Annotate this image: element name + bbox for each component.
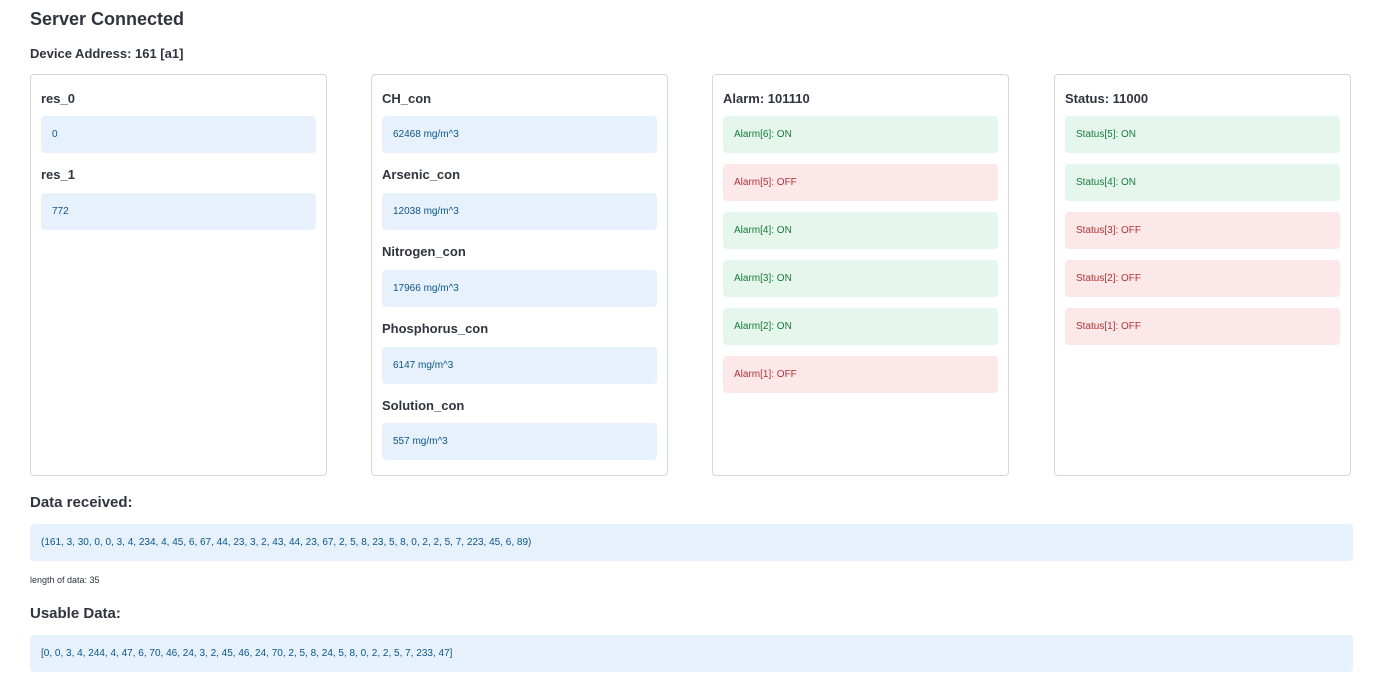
- status-list: Status[5]: ON Status[4]: ON Status[3]: O…: [1065, 116, 1340, 345]
- alarm-title: Alarm: 101110: [723, 91, 810, 106]
- status-3-badge: Status[3]: OFF: [1065, 212, 1340, 249]
- res-card: res_0 0 res_1 772: [30, 74, 327, 476]
- concentration-card: CH_con 62468 mg/m^3 Arsenic_con 12038 mg…: [371, 74, 668, 476]
- page-title: Server Connected: [30, 9, 185, 29]
- usable-data-value: [0, 0, 3, 4, 244, 4, 47, 6, 70, 46, 24, …: [30, 635, 1353, 672]
- nitrogen-con-label: Nitrogen_con: [382, 244, 466, 259]
- alarm-6-badge: Alarm[6]: ON: [723, 116, 998, 153]
- arsenic-con-label: Arsenic_con: [382, 167, 461, 182]
- arsenic-con-value: 12038 mg/m^3: [382, 193, 657, 230]
- ch-con-label: CH_con: [382, 91, 432, 106]
- res-1-value: 772: [41, 193, 316, 230]
- status-5-badge: Status[5]: ON: [1065, 116, 1340, 153]
- alarm-5-badge: Alarm[5]: OFF: [723, 164, 998, 201]
- status-card: Status: 11000 Status[5]: ON Status[4]: O…: [1054, 74, 1351, 476]
- nitrogen-con-value: 17966 mg/m^3: [382, 270, 657, 307]
- data-received-heading: Data received:: [30, 494, 133, 511]
- alarm-list: Alarm[6]: ON Alarm[5]: OFF Alarm[4]: ON …: [723, 116, 998, 393]
- alarm-4-badge: Alarm[4]: ON: [723, 212, 998, 249]
- alarm-card: Alarm: 101110 Alarm[6]: ON Alarm[5]: OFF…: [712, 74, 1009, 476]
- res-0-value: 0: [41, 116, 316, 153]
- phosphorus-con-value: 6147 mg/m^3: [382, 347, 657, 384]
- page: Server Connected Device Address: 161 [a1…: [0, 0, 1383, 686]
- data-length-text: length of data: 35: [30, 575, 100, 585]
- alarm-1-badge: Alarm[1]: OFF: [723, 356, 998, 393]
- solution-con-label: Solution_con: [382, 398, 465, 413]
- usable-data-heading: Usable Data:: [30, 605, 121, 622]
- status-4-badge: Status[4]: ON: [1065, 164, 1340, 201]
- res-0-label: res_0: [41, 91, 75, 106]
- res-1-label: res_1: [41, 167, 75, 182]
- device-address: Device Address: 161 [a1]: [30, 46, 184, 61]
- status-1-badge: Status[1]: OFF: [1065, 308, 1340, 345]
- alarm-3-badge: Alarm[3]: ON: [723, 260, 998, 297]
- status-2-badge: Status[2]: OFF: [1065, 260, 1340, 297]
- ch-con-value: 62468 mg/m^3: [382, 116, 657, 153]
- phosphorus-con-label: Phosphorus_con: [382, 321, 489, 336]
- alarm-2-badge: Alarm[2]: ON: [723, 308, 998, 345]
- data-received-value: (161, 3, 30, 0, 0, 3, 4, 234, 4, 45, 6, …: [30, 524, 1353, 561]
- solution-con-value: 557 mg/m^3: [382, 423, 657, 460]
- status-title: Status: 11000: [1065, 91, 1149, 106]
